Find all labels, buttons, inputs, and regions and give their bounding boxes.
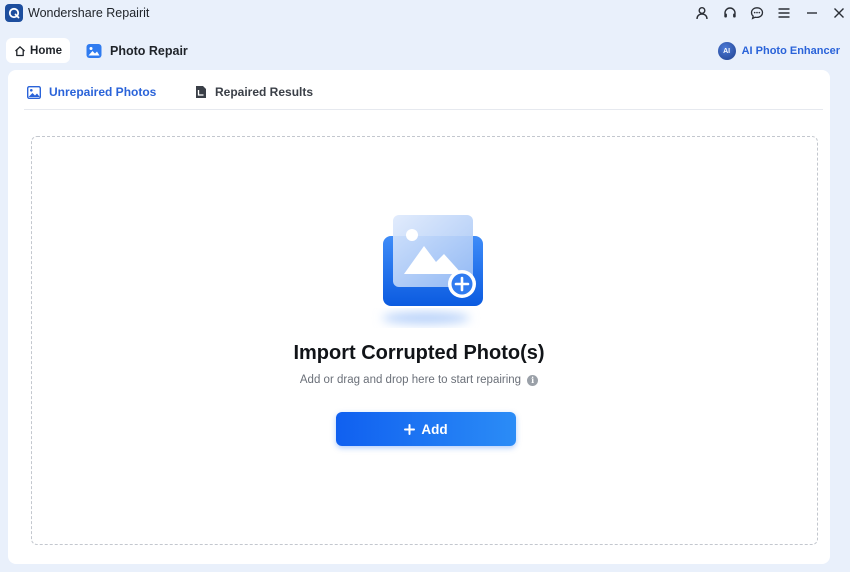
tab-repaired-results[interactable]: Repaired Results (195, 83, 313, 101)
app-title: Wondershare Repairit (28, 6, 150, 20)
document-icon (196, 86, 206, 98)
chat-icon[interactable] (746, 3, 768, 23)
tab-divider (24, 109, 823, 110)
plus-icon (404, 423, 416, 435)
main-panel: Unrepaired Photos Repaired Results Impor… (8, 70, 830, 564)
headset-icon[interactable] (719, 3, 741, 23)
minimize-icon[interactable] (801, 3, 823, 23)
ai-photo-enhancer-label: AI Photo Enhancer (741, 45, 840, 57)
photo-repair-icon (86, 44, 102, 58)
import-subtitle: Add or drag and drop here to start repai… (299, 374, 522, 386)
ai-photo-enhancer-button[interactable]: AI AI Photo Enhancer (717, 40, 840, 62)
tab-repaired-label: Repaired Results (215, 85, 314, 99)
title-bar: Wondershare Repairit (0, 0, 850, 28)
close-icon[interactable] (828, 3, 850, 23)
ai-robot-icon: AI (717, 42, 736, 60)
image-icon (27, 85, 41, 99)
home-tab[interactable]: Home (6, 38, 70, 63)
drop-zone[interactable] (31, 136, 818, 545)
app-logo-icon (5, 4, 23, 22)
import-title: Import Corrupted Photo(s) (293, 342, 545, 364)
add-button[interactable]: Add (336, 412, 516, 446)
tab-unrepaired-photos[interactable]: Unrepaired Photos (27, 83, 156, 101)
import-subtitle-row: Add or drag and drop here to start repai… (8, 374, 830, 386)
home-icon (15, 45, 25, 56)
section-header: Photo Repair (86, 40, 188, 62)
menu-icon[interactable] (773, 3, 795, 23)
info-icon[interactable]: i (527, 374, 539, 386)
import-photo-icon (382, 215, 483, 324)
tab-unrepaired-label: Unrepaired Photos (49, 85, 157, 99)
account-icon[interactable] (691, 3, 713, 23)
section-title: Photo Repair (110, 44, 188, 58)
home-tab-label: Home (30, 44, 62, 57)
add-button-label: Add (421, 421, 448, 437)
